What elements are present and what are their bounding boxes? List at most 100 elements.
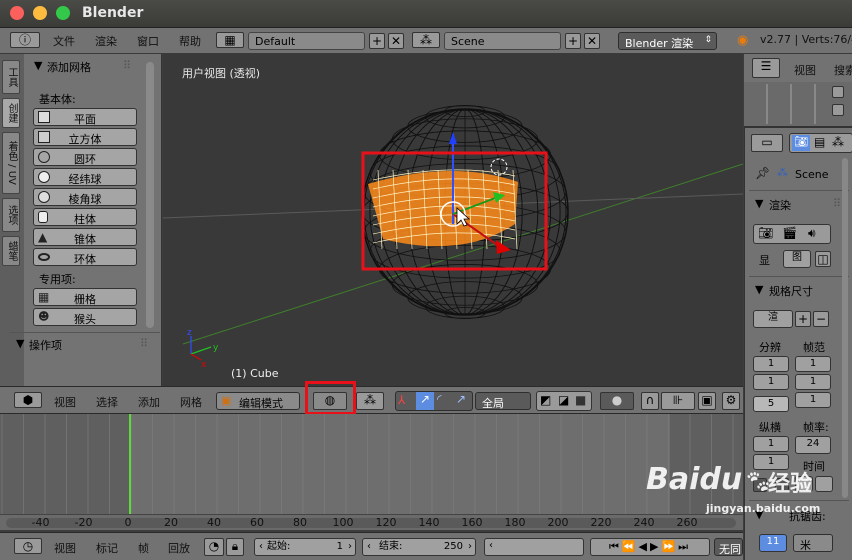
current-decrement-icon[interactable]: ‹: [489, 539, 493, 553]
3d-viewport[interactable]: z y x 用户视图 (透视) (1) Cube: [163, 54, 743, 386]
tab-create[interactable]: 创建: [2, 98, 20, 128]
lock-time-icon[interactable]: 🔒︎: [226, 538, 244, 556]
snap-toggle-icon[interactable]: ∩: [641, 392, 659, 410]
opengl-render-icon[interactable]: ⚙: [722, 392, 740, 410]
start-decrement-icon[interactable]: ‹: [259, 539, 263, 555]
add-cone-button[interactable]: ▲ 锥体: [33, 228, 137, 246]
minimize-window-button[interactable]: [33, 6, 47, 20]
end-increment-icon[interactable]: ›: [468, 539, 472, 555]
render-drag-handle-icon[interactable]: ⠿: [833, 197, 841, 210]
render-preset-dropdown[interactable]: 渲: [753, 310, 793, 328]
add-mesh-header[interactable]: 添加网格: [47, 59, 91, 75]
menu-outliner-search[interactable]: 搜索: [834, 62, 852, 78]
add-grid-button[interactable]: ▦ 栅格: [33, 288, 137, 306]
editor-type-props-button[interactable]: ▭: [751, 134, 783, 152]
delete-scene-icon[interactable]: ✕: [584, 33, 600, 49]
menu-add[interactable]: 添加: [138, 394, 160, 410]
start-frame-field[interactable]: ‹ 起始: 1 ›: [254, 538, 356, 556]
add-ico-sphere-button[interactable]: 棱角球: [33, 188, 137, 206]
selected-faces[interactable]: [368, 169, 518, 250]
fps-dropdown[interactable]: 24: [795, 436, 831, 454]
add-mesh-collapse-icon[interactable]: ▼: [34, 59, 42, 72]
tab-shading-uv[interactable]: 着色 / UV: [2, 132, 20, 194]
render-animation-icon[interactable]: 🎬︎: [782, 226, 797, 240]
remove-preset-icon[interactable]: −: [813, 311, 829, 327]
render-header[interactable]: 渲染: [769, 197, 791, 213]
x-arrow-icon[interactable]: [496, 240, 511, 254]
render-tab-icon[interactable]: 📷︎: [792, 135, 810, 151]
frame-step-field[interactable]: 1: [795, 392, 831, 408]
zoom-window-button[interactable]: [56, 6, 70, 20]
timeline-current-frame-field[interactable]: 11: [759, 534, 787, 552]
props-scrollbar[interactable]: [842, 158, 848, 498]
add-monkey-button[interactable]: ☻ 猴头: [33, 308, 137, 326]
editor-type-outliner-button[interactable]: ☰: [752, 58, 780, 78]
audio-icon[interactable]: 🔊︎: [808, 226, 816, 241]
add-screen-icon[interactable]: +: [369, 33, 385, 49]
render-engine-dropdown[interactable]: Blender 渲染 ⇕: [618, 32, 717, 50]
lock-interface-icon[interactable]: ◫: [815, 251, 831, 267]
tool-shelf-scrollbar[interactable]: [146, 62, 154, 328]
3d-cursor-icon[interactable]: [490, 158, 508, 176]
viewport-canvas[interactable]: z y x: [163, 54, 743, 386]
screen-layout-field[interactable]: Default: [248, 32, 365, 50]
outliner-content[interactable]: [744, 82, 852, 126]
end-decrement-icon[interactable]: ‹: [367, 539, 371, 555]
vertex-select-icon[interactable]: ◩: [540, 393, 551, 407]
outliner-visibility-icon[interactable]: [832, 104, 844, 116]
menu-view[interactable]: 视图: [54, 394, 76, 410]
add-scene-icon[interactable]: +: [565, 33, 581, 49]
proportional-edit-dropdown[interactable]: ●: [600, 392, 634, 410]
aspect-x-field[interactable]: 1: [753, 436, 789, 452]
interaction-mode-dropdown[interactable]: ▣ 编辑模式: [216, 392, 300, 410]
operator-header[interactable]: 操作项: [29, 337, 62, 353]
add-cube-button[interactable]: 立方体: [33, 128, 137, 146]
tab-options[interactable]: 选项: [2, 198, 20, 232]
menu-window[interactable]: 窗口: [137, 33, 159, 49]
close-window-button[interactable]: [10, 6, 24, 20]
menu-help[interactable]: 帮助: [179, 33, 201, 49]
operator-collapse-icon[interactable]: ▼: [16, 337, 24, 350]
panel-drag-handle-icon[interactable]: ⠿: [123, 59, 131, 72]
dimensions-collapse-icon[interactable]: ▼: [755, 283, 763, 296]
add-circle-button[interactable]: 圆环: [33, 148, 137, 166]
playback-controls[interactable]: ⏮⏪◀▶⏩⏭: [590, 538, 710, 556]
resolution-percent-field[interactable]: 5: [753, 396, 789, 412]
menu-frame[interactable]: 帧: [138, 540, 149, 556]
delete-screen-icon[interactable]: ✕: [388, 33, 404, 49]
menu-playback[interactable]: 回放: [168, 540, 190, 556]
transform-orientation-dropdown[interactable]: 全局: [475, 392, 531, 410]
editor-type-3d-button[interactable]: ⬢: [14, 392, 42, 408]
menu-mesh[interactable]: 网格: [180, 394, 202, 410]
tab-grease-pencil[interactable]: 蜡笔: [2, 236, 20, 266]
operator-drag-handle-icon[interactable]: ⠿: [140, 337, 148, 350]
scale-icon[interactable]: ↗: [456, 392, 466, 406]
current-frame-slider[interactable]: ‹: [484, 538, 584, 556]
face-select-icon[interactable]: ■: [575, 393, 586, 407]
tab-tools[interactable]: 工具: [2, 60, 20, 94]
render-image-icon[interactable]: 📷︎: [758, 226, 773, 240]
start-increment-icon[interactable]: ›: [348, 539, 352, 555]
add-plane-button[interactable]: 平面: [33, 108, 137, 126]
pin-icon[interactable]: 📌︎: [755, 166, 770, 180]
translate-icon[interactable]: ↗: [416, 392, 434, 410]
add-preset-icon[interactable]: +: [795, 311, 811, 327]
resolution-x-field[interactable]: 1: [753, 356, 789, 372]
menu-tl-view[interactable]: 视图: [54, 540, 76, 556]
edge-select-icon[interactable]: ◪: [558, 393, 569, 407]
add-cylinder-button[interactable]: 柱体: [33, 208, 137, 226]
outliner-restrict-icon[interactable]: [832, 86, 844, 98]
pivot-point-dropdown[interactable]: ⁂: [356, 392, 384, 410]
menu-outliner-view[interactable]: 视图: [794, 62, 816, 78]
end-frame-field[interactable]: ‹ 结束: 250 ›: [362, 538, 476, 556]
render-layers-tab-icon[interactable]: ▤: [814, 135, 825, 149]
scene-field[interactable]: Scene: [444, 32, 561, 50]
editor-type-timeline-button[interactable]: ◷: [14, 538, 42, 554]
resolution-y-field[interactable]: 1: [753, 374, 789, 390]
dimensions-header[interactable]: 规格尺寸: [769, 283, 813, 299]
editor-type-info-button[interactable]: ⓘ: [10, 32, 40, 48]
display-dropdown[interactable]: 图: [783, 250, 811, 268]
snap-element-dropdown[interactable]: ⊪: [661, 392, 695, 410]
preview-range-icon[interactable]: ◔: [204, 538, 224, 556]
menu-select[interactable]: 选择: [96, 394, 118, 410]
